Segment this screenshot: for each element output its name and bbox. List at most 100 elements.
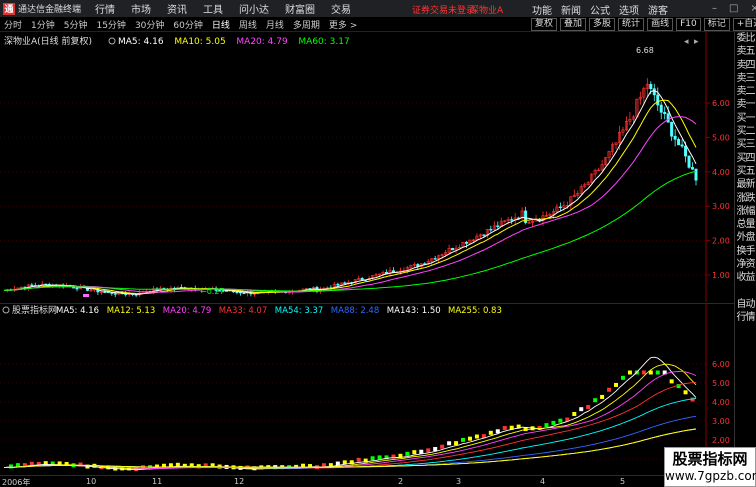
draw-line-button[interactable]: 画线 [647, 18, 674, 31]
side-item-latest[interactable]: 最新 [735, 178, 756, 191]
period-5min[interactable]: 5分钟 [64, 18, 88, 31]
f10-button[interactable]: F10 [676, 18, 701, 31]
side-item-eps[interactable]: 收益 [735, 271, 756, 284]
mark-button[interactable]: 标记 [703, 18, 730, 31]
period-60min[interactable]: 60分钟 [173, 18, 202, 31]
multi-stock-button[interactable]: 多股 [589, 18, 616, 31]
settings-gear-icon[interactable] [108, 37, 116, 45]
main-chart-grid [0, 32, 707, 302]
indicator-marker [502, 426, 507, 431]
period-weekly[interactable]: 周线 [239, 18, 257, 31]
side-item-sell2[interactable]: 卖二 [735, 85, 756, 98]
close-icon[interactable]: × [750, 3, 756, 14]
period-multi[interactable]: 多周期 [293, 18, 320, 31]
period-monthly[interactable]: 月线 [266, 18, 284, 31]
side-item-turnover[interactable]: 换手 [735, 245, 756, 258]
side-item-buy2[interactable]: 买二 [735, 125, 756, 138]
overlay-button[interactable]: 叠加 [560, 18, 587, 31]
side-item-sell4[interactable]: 卖四 [735, 59, 756, 72]
side-item-change[interactable]: 涨跌 [735, 192, 756, 205]
period-toolbar: 分时 1分钟 5分钟 15分钟 30分钟 60分钟 日线 周线 月线 多周期 更… [0, 17, 756, 32]
period-15min[interactable]: 15分钟 [96, 18, 125, 31]
chart-nav-right-icon[interactable]: ▸ [694, 37, 699, 47]
indicator-marker [655, 370, 660, 375]
side-item-buy3[interactable]: 买三 [735, 138, 756, 151]
menu-item-ask[interactable]: 问小达 [239, 1, 269, 16]
menu-item-headlines[interactable]: 新闻 [561, 2, 581, 17]
side-item-auto[interactable]: 自动 [735, 298, 756, 311]
candle-body [652, 88, 656, 96]
watermark-url: www.7gpzb.com [665, 469, 756, 483]
indicator-marker [641, 370, 646, 375]
menu-item-tools[interactable]: 工具 [203, 1, 223, 16]
indicator-marker [370, 456, 375, 461]
menu-item-function[interactable]: 功能 [532, 2, 552, 17]
period-more[interactable]: 更多 > [329, 18, 357, 31]
time-label: 3 [456, 477, 462, 486]
candle-body [343, 282, 347, 284]
event-marker-icon[interactable] [83, 294, 89, 297]
side-item-weibi[interactable]: 委比 [735, 32, 756, 45]
period-30min[interactable]: 30分钟 [135, 18, 164, 31]
menu-item-guest[interactable]: 游客 [648, 2, 668, 17]
add-watchlist-button[interactable]: +自选 [732, 18, 756, 31]
indicator-marker [627, 370, 632, 375]
indicator-settings-icon[interactable] [2, 306, 10, 314]
candle-body [113, 293, 117, 295]
price-tick-label: 2.00 [712, 237, 730, 246]
indicator-marker [447, 441, 452, 446]
menu-item-options[interactable]: 选项 [619, 2, 639, 17]
indicator-tick-label: 3.00 [712, 417, 730, 426]
login-status[interactable]: 证券交易未登录 [412, 3, 475, 16]
menu-item-wealth[interactable]: 财富圈 [285, 1, 315, 16]
period-1min[interactable]: 1分钟 [31, 18, 55, 31]
ma-line [3, 170, 697, 292]
indicator-marker [461, 437, 466, 442]
stats-button[interactable]: 统计 [618, 18, 645, 31]
indicator-marker [405, 451, 410, 456]
maximize-icon[interactable]: □ [729, 3, 738, 14]
indicator-marker [467, 436, 472, 441]
candle-body [103, 291, 107, 293]
title-bar: 通 通达信金融终端 行情 市场 资讯 工具 问小达 财富圈 交易 证券交易未登录… [0, 0, 756, 17]
candle-body [691, 167, 695, 170]
side-item-buy5[interactable]: 买五 [735, 165, 756, 178]
indicator-marker [579, 407, 584, 412]
side-item-sell3[interactable]: 卖三 [735, 72, 756, 85]
time-label: 12 [234, 477, 245, 486]
adjust-button[interactable]: 复权 [531, 18, 558, 31]
indicator-marker [600, 394, 605, 399]
side-item-buy1[interactable]: 买一 [735, 112, 756, 125]
indicator-marker [544, 423, 549, 428]
menu-item-trade[interactable]: 交易 [331, 1, 351, 16]
side-item-sell5[interactable]: 卖五 [735, 45, 756, 58]
candle-body [451, 248, 455, 251]
period-daily[interactable]: 日线 [212, 18, 230, 31]
main-kline-chart[interactable]: 6.00 5.00 4.00 3.00 2.00 1.00 深物业A(日线 前复权) MA… [0, 32, 734, 302]
period-timeshare[interactable]: 分时 [4, 18, 22, 31]
side-item-quotes[interactable]: 行情 [735, 311, 756, 324]
chart-nav-left-icon[interactable]: ◂ [684, 37, 689, 47]
app-title: 通达信金融终端 [18, 5, 82, 15]
indicator-chart[interactable]: 6.005.004.003.002.001.00 股票指标网 MA5: 4.16… [0, 303, 734, 476]
indicator-marker [586, 404, 591, 409]
side-item-change-pct[interactable]: 涨幅 [735, 205, 756, 218]
candle-body [663, 111, 667, 115]
menu-item-quotes[interactable]: 行情 [95, 1, 115, 16]
main-chart-title: 深物业A(日线 前复权) [4, 35, 92, 47]
side-item-volume[interactable]: 总量 [735, 218, 756, 231]
candle-body [687, 155, 691, 168]
menu-item-news[interactable]: 资讯 [167, 1, 187, 16]
minimize-icon[interactable]: – [712, 3, 717, 14]
menu-item-formula[interactable]: 公式 [590, 2, 610, 17]
indicator-marker [356, 457, 361, 462]
candle-body [666, 113, 670, 123]
main-menu: 行情 市场 资讯 工具 问小达 财富圈 交易 [95, 1, 367, 16]
candle-body [659, 104, 663, 113]
indicator-marker [419, 449, 424, 454]
menu-item-market[interactable]: 市场 [131, 1, 151, 16]
side-item-outer[interactable]: 外盘 [735, 231, 756, 244]
side-item-sell1[interactable]: 卖一 [735, 98, 756, 111]
side-item-buy4[interactable]: 买四 [735, 152, 756, 165]
side-item-net-asset[interactable]: 净资 [735, 258, 756, 271]
